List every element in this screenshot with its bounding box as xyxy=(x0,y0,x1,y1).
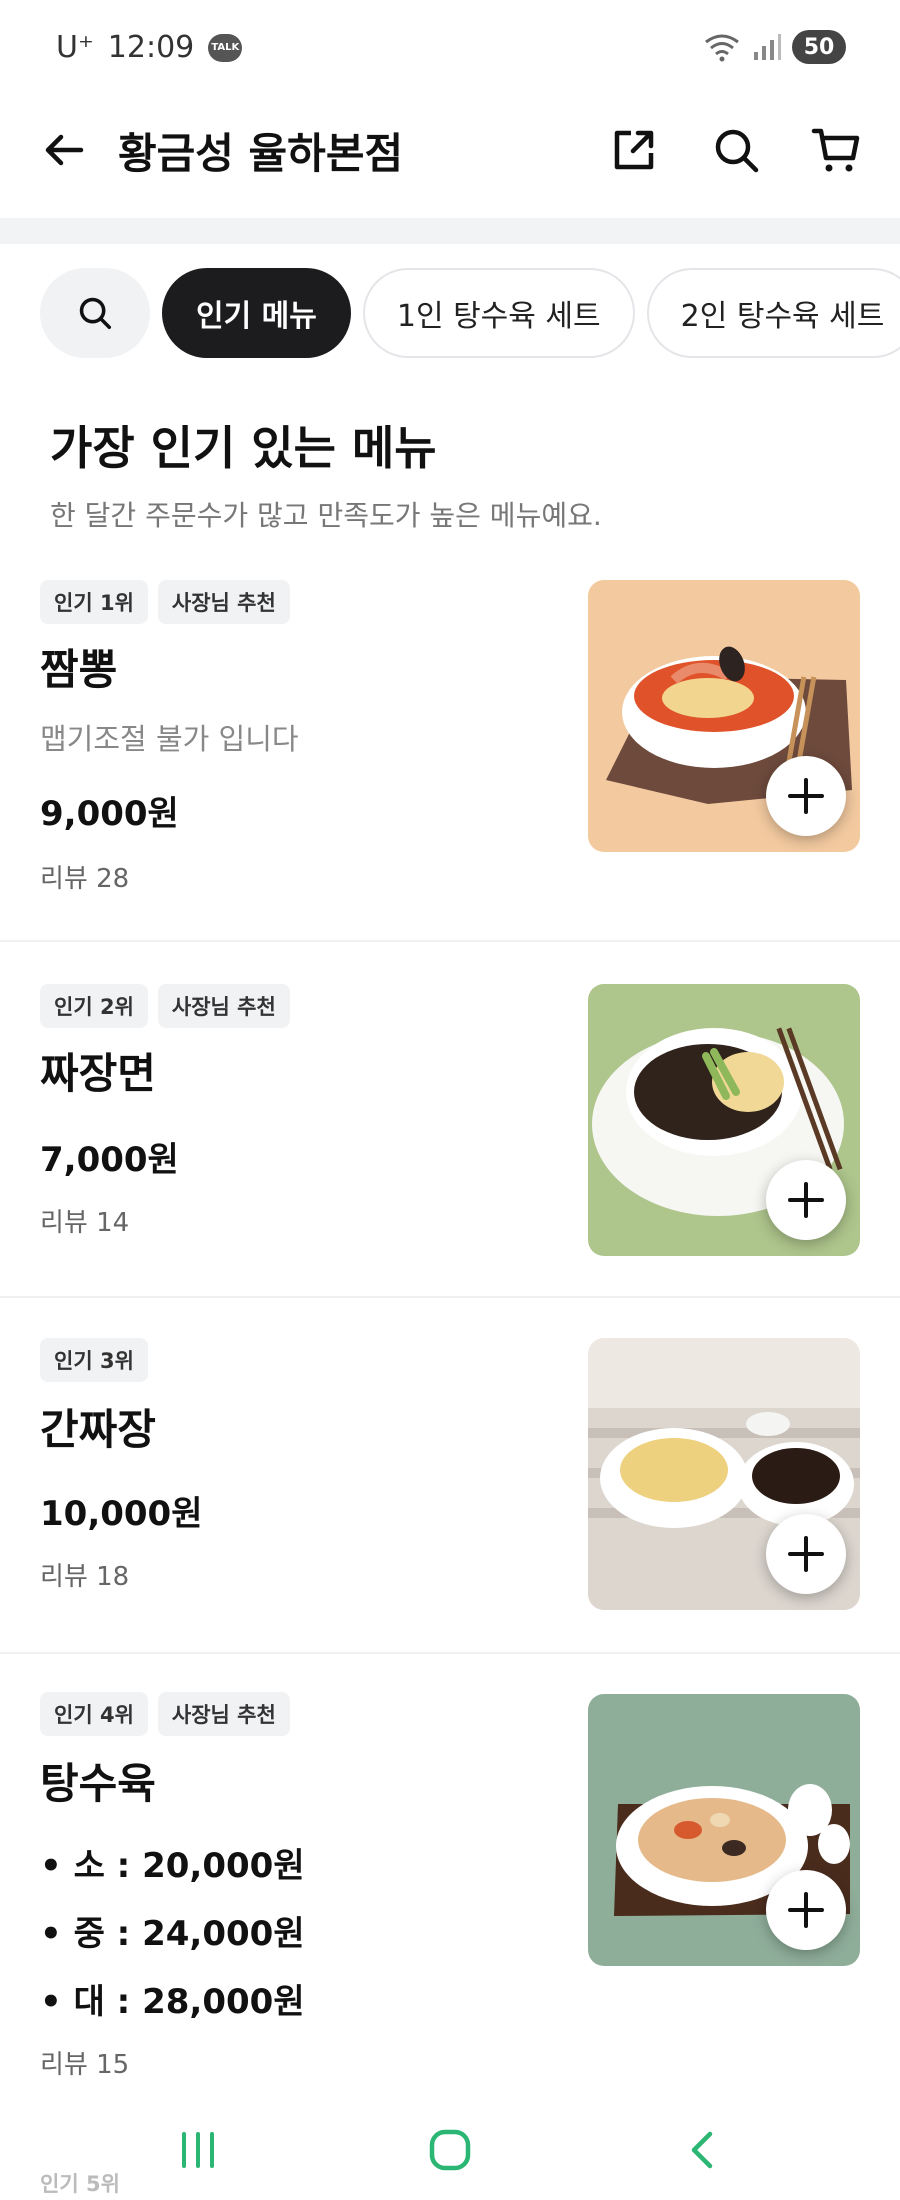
item-review-count: 리뷰 15 xyxy=(40,2050,130,2080)
kakaotalk-notification-icon: TALK xyxy=(208,33,243,62)
rank-badge: 인기 3위 xyxy=(40,1338,148,1382)
share-icon xyxy=(614,130,654,170)
item-name: 간짜장 xyxy=(40,1405,156,1454)
add-to-cart-button[interactable] xyxy=(766,1514,846,1594)
back-arrow-icon xyxy=(45,134,84,166)
store-title: 황금성 율하본점 xyxy=(118,129,404,178)
item-price: 7,000원 xyxy=(40,1140,179,1180)
item-review-count: 리뷰 28 xyxy=(40,864,130,894)
item-price: 10,000원 xyxy=(40,1494,203,1534)
system-nav-bar: 인기 5위 xyxy=(0,2090,900,2200)
item-price: 9,000원 xyxy=(40,794,179,834)
add-to-cart-button[interactable] xyxy=(766,1160,846,1240)
price-option-small: • 소 : 20,000원 xyxy=(40,1846,305,1886)
clock: 12:09 xyxy=(107,30,195,65)
price-option-large: • 대 : 28,000원 xyxy=(40,1982,305,2022)
cart-icon xyxy=(811,128,860,172)
rank-badge: 인기 1위 xyxy=(40,580,148,624)
section-title: 가장 인기 있는 메뉴 xyxy=(50,421,437,475)
share-button[interactable] xyxy=(606,122,662,178)
item-description: 맵기조절 불가 입니다 xyxy=(40,722,299,756)
wifi-icon xyxy=(705,34,739,62)
status-left: U⁺ 12:09 TALK xyxy=(56,30,243,65)
home-button[interactable] xyxy=(410,2110,490,2190)
recents-icon xyxy=(182,2132,214,2168)
owner-pick-badge: 사장님 추천 xyxy=(157,1692,290,1736)
menu-item[interactable]: 인기 2위 사장님 추천 짜장면 7,000원 리뷰 14 xyxy=(0,944,900,1298)
store-header: 황금성 율하본점 xyxy=(0,100,900,200)
back-button[interactable] xyxy=(36,122,92,178)
rank-badge: 인기 4위 xyxy=(40,1692,148,1736)
section-subtitle: 한 달간 주문수가 많고 만족도가 높은 메뉴예요. xyxy=(50,499,602,532)
search-icon xyxy=(79,297,112,330)
search-button[interactable] xyxy=(708,122,764,178)
plus-icon xyxy=(788,1892,824,1928)
item-review-count: 리뷰 18 xyxy=(40,1562,130,1592)
next-item-rank-peek: 인기 5위 xyxy=(40,2172,120,2196)
section-divider xyxy=(0,218,900,244)
menu-item[interactable]: 인기 1위 사장님 추천 짬뽕 맵기조절 불가 입니다 9,000원 리뷰 28 xyxy=(0,560,900,942)
rank-badge: 인기 2위 xyxy=(40,984,148,1028)
badge-row: 인기 2위 사장님 추천 xyxy=(40,984,290,1028)
menu-item[interactable]: 인기 4위 사장님 추천 탕수육 • 소 : 20,000원 • 중 : 24,… xyxy=(0,1656,900,2096)
badge-row: 인기 4위 사장님 추천 xyxy=(40,1692,290,1736)
owner-pick-badge: 사장님 추천 xyxy=(157,580,290,624)
signal-icon xyxy=(754,34,781,60)
nav-back-icon xyxy=(691,2131,713,2169)
chip-double-set[interactable]: 2인 탕수육 세트 xyxy=(646,268,900,358)
menu-item[interactable]: 인기 3위 간짜장 10,000원 리뷰 18 xyxy=(0,1300,900,1654)
recents-button[interactable] xyxy=(158,2110,238,2190)
status-right: 50 xyxy=(702,30,846,64)
add-to-cart-button[interactable] xyxy=(766,756,846,836)
plus-icon xyxy=(788,1536,824,1572)
item-name: 짜장면 xyxy=(40,1049,156,1098)
plus-icon xyxy=(788,1182,824,1218)
badge-row: 인기 3위 xyxy=(40,1338,148,1382)
plus-icon xyxy=(788,778,824,814)
item-review-count: 리뷰 14 xyxy=(40,1208,130,1238)
nav-back-button[interactable] xyxy=(664,2110,744,2190)
carrier-label: U⁺ xyxy=(56,30,94,65)
chip-popular-menu[interactable]: 인기 메뉴 xyxy=(162,268,351,358)
item-name: 탕수육 xyxy=(40,1759,156,1808)
home-icon xyxy=(429,2129,471,2171)
category-chip-bar: 인기 메뉴 1인 탕수육 세트 2인 탕수육 세트 xyxy=(40,268,900,360)
battery-indicator: 50 xyxy=(792,30,846,64)
search-icon xyxy=(715,129,759,173)
status-bar: U⁺ 12:09 TALK 50 xyxy=(0,0,900,90)
price-option-medium: • 중 : 24,000원 xyxy=(40,1914,305,1954)
chip-single-set[interactable]: 1인 탕수육 세트 xyxy=(362,268,635,358)
add-to-cart-button[interactable] xyxy=(766,1870,846,1950)
item-name: 짬뽕 xyxy=(40,645,118,694)
menu-search-chip[interactable] xyxy=(40,268,150,358)
cart-button[interactable] xyxy=(808,122,864,178)
owner-pick-badge: 사장님 추천 xyxy=(157,984,290,1028)
badge-row: 인기 1위 사장님 추천 xyxy=(40,580,290,624)
